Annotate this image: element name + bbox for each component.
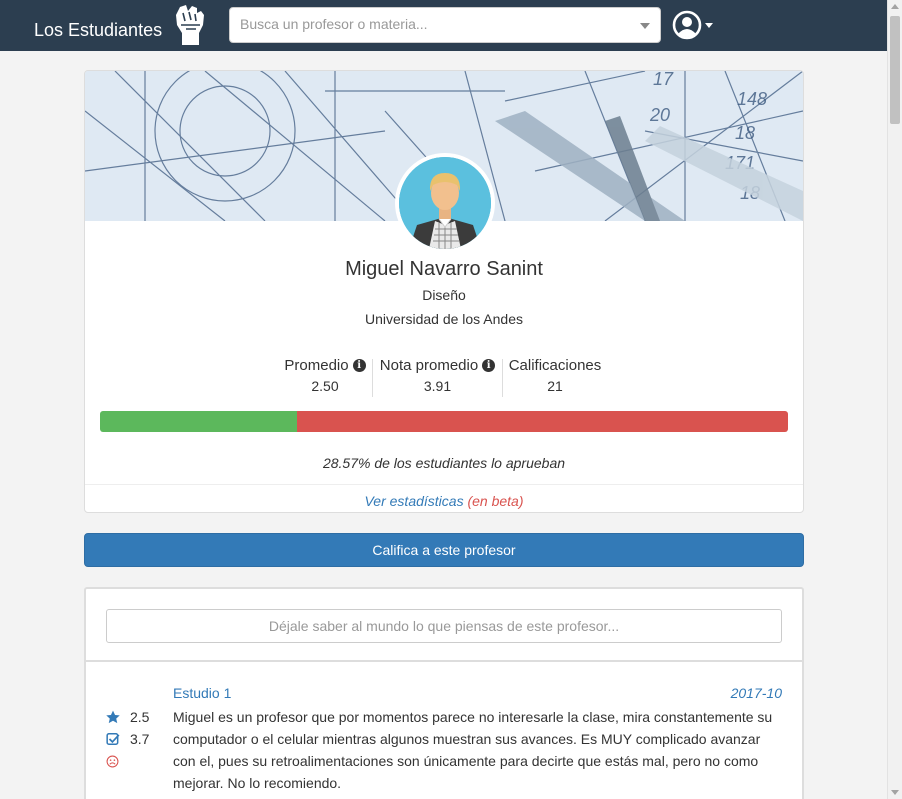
review-course-link[interactable]: Estudio 1 [173,685,231,701]
check-square-icon [106,732,120,746]
beta-label: (en beta) [467,493,524,509]
stat-label: Nota promedio [379,357,479,374]
stat-value: 21 [547,378,563,394]
scroll-up-arrow-icon[interactable] [891,4,899,9]
info-icon[interactable]: i [352,359,366,372]
stat-value: 2.50 [311,378,339,394]
professor-profile-card: 1720148 1817118 Miguel Navarro Sanint Di… [84,70,804,513]
stat-nota-promedio: Nota promedio i 3.91 [375,357,500,394]
professor-university: Universidad de los Andes [365,311,523,327]
search-select[interactable] [229,7,661,43]
page-scrollbar[interactable] [887,0,902,799]
review-date: 2017-10 [730,685,782,701]
review-meta: 2.5 3.7 [106,706,156,772]
stat-divider [502,359,503,397]
review-text: Miguel es un profesor que por momentos p… [173,709,773,791]
user-circle-icon[interactable] [672,10,702,40]
chevron-down-icon[interactable] [640,23,650,29]
raised-fist-logo-icon[interactable] [172,3,208,47]
review-grade: 3.7 [130,731,150,747]
stats-row: Promedio i 2.50 Nota promedio i 3.91 Calif… [85,357,803,399]
professor-name: Miguel Navarro Sanint [345,258,543,280]
comment-input[interactable]: Déjale saber al mundo lo que piensas de … [106,609,782,643]
caret-down-icon[interactable] [705,23,713,28]
reviews-card: Déjale saber al mundo lo que piensas de … [84,587,804,799]
stat-divider [372,359,373,397]
stat-calificaciones: Calificaciones 21 [505,357,605,394]
professor-department: Diseño [422,287,466,303]
stat-value: 3.91 [423,378,452,394]
info-icon[interactable]: i [482,359,496,372]
stats-link[interactable]: Ver estadísticas [364,493,463,509]
stat-label: Promedio [284,357,349,374]
svg-text:148: 148 [737,89,767,109]
svg-text:18: 18 [735,123,755,143]
rate-professor-button[interactable]: Califica a este profesor [84,533,804,567]
star-icon [106,710,120,724]
user-menu[interactable] [672,10,716,42]
stats-footer: Ver estadísticas (en beta) [85,484,803,512]
approval-progress-fail [296,411,788,432]
approval-text: 28.57% de los estudiantes lo aprueban [322,455,566,471]
review-rating: 2.5 [130,709,150,725]
frown-icon [106,755,119,767]
approval-progress-pass [100,411,297,432]
professor-avatar-icon [399,157,491,249]
stat-label: Calificaciones [508,357,602,374]
approval-progress-bar [100,411,788,432]
brand-link[interactable]: Los Estudiantes [34,20,162,41]
svg-text:17: 17 [653,71,674,89]
scroll-down-arrow-icon[interactable] [891,790,899,795]
divider [86,660,802,662]
professor-avatar [395,153,495,253]
svg-text:20: 20 [649,105,670,125]
scrollbar-thumb[interactable] [890,16,900,124]
navbar: Los Estudiantes [0,0,887,51]
search-input[interactable] [240,16,630,32]
stat-promedio: Promedio i 2.50 [280,357,370,394]
